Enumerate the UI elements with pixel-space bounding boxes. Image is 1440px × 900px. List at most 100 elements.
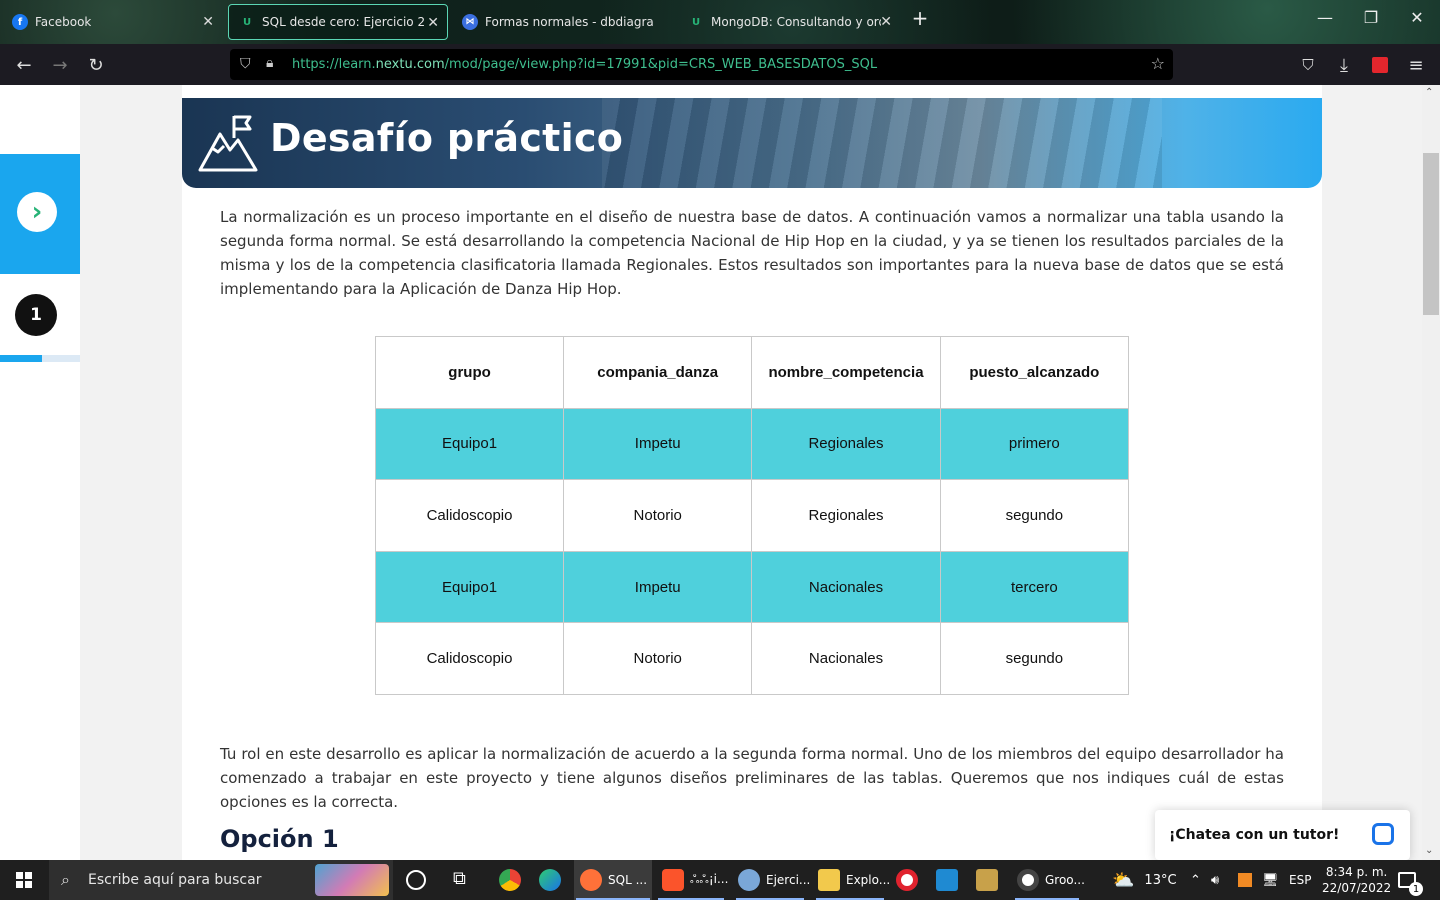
column-header: puesto_alcanzado bbox=[939, 336, 1130, 409]
taskbar-brave[interactable]: ஃஃ¡i... bbox=[656, 860, 729, 900]
network-icon[interactable]: 🖥︎ bbox=[1262, 860, 1279, 900]
close-tab-icon[interactable]: ✕ bbox=[880, 14, 892, 30]
table-cell: segundo bbox=[939, 479, 1130, 552]
table-cell: Equipo1 bbox=[374, 407, 565, 481]
notification-count: 1 bbox=[1409, 882, 1423, 896]
scroll-up-icon[interactable]: ⌃ bbox=[1425, 87, 1433, 98]
table-cell: Notorio bbox=[563, 479, 753, 552]
chevron-right-icon: › bbox=[17, 192, 57, 232]
taskbar-explorer[interactable]: Explo... bbox=[814, 860, 890, 900]
taskbar-paint[interactable]: Ejerci... bbox=[734, 860, 810, 900]
tracking-shield-icon[interactable]: ⛉ bbox=[240, 56, 251, 72]
table-row: Equipo1 Impetu Regionales primero bbox=[374, 407, 1130, 481]
page-scrollbar[interactable]: ⌃ ⌄ bbox=[1422, 85, 1440, 860]
progress-fill bbox=[0, 355, 42, 362]
language-indicator[interactable]: ESP bbox=[1289, 860, 1311, 900]
windows-start-icon[interactable] bbox=[16, 872, 32, 888]
volume-icon[interactable]: 🔊︎ bbox=[1211, 860, 1219, 900]
taskbar-app-label: ஃஃ¡i... bbox=[690, 872, 729, 886]
extension-icon[interactable] bbox=[1367, 52, 1393, 78]
cortana-icon[interactable] bbox=[406, 870, 426, 890]
table-cell: segundo bbox=[939, 622, 1130, 695]
clock-date: 22/07/2022 bbox=[1322, 881, 1392, 895]
taskbar-search-box[interactable]: ⌕ Escribe aquí para buscar bbox=[49, 860, 393, 900]
bookmark-star-icon[interactable]: ☆ bbox=[1151, 54, 1165, 73]
tab-dbdiagram[interactable]: ⋈ Formas normales - dbdiagram.i bbox=[452, 4, 674, 40]
clock-time: 8:34 p. m. bbox=[1325, 865, 1388, 879]
challenge-banner: Desafío práctico bbox=[182, 98, 1322, 188]
progress-bar bbox=[0, 355, 80, 362]
chat-bubble-icon[interactable] bbox=[1372, 823, 1394, 845]
facebook-icon: f bbox=[12, 14, 28, 30]
opera-icon bbox=[896, 869, 918, 891]
search-icon: ⌕ bbox=[61, 870, 70, 889]
tab-facebook[interactable]: f Facebook ✕ bbox=[2, 4, 222, 40]
table-cell: Notorio bbox=[563, 622, 753, 695]
tab-title: Facebook bbox=[35, 15, 92, 29]
chrome-app[interactable] bbox=[499, 860, 525, 900]
close-window-button[interactable]: ✕ bbox=[1394, 8, 1440, 27]
edge-app[interactable] bbox=[539, 860, 565, 900]
table-cell: Nacionales bbox=[751, 622, 941, 695]
league-icon bbox=[976, 869, 998, 891]
minimize-button[interactable]: — bbox=[1302, 8, 1348, 27]
url-host: nextu.com bbox=[375, 57, 445, 72]
forward-arrow-icon[interactable]: → bbox=[47, 52, 73, 78]
column-header: grupo bbox=[374, 336, 565, 409]
chat-widget[interactable]: ¡Chatea con un tutor! bbox=[1155, 810, 1410, 860]
task-view-icon[interactable]: ⧉ bbox=[453, 868, 466, 889]
intro-paragraph: La normalización es un proceso important… bbox=[220, 208, 1284, 298]
url-text[interactable]: https://learn.nextu.com/mod/page/view.ph… bbox=[292, 57, 877, 72]
tray-expand-icon[interactable]: ⌃ bbox=[1190, 860, 1201, 900]
table-cell: Impetu bbox=[563, 407, 753, 481]
taskbar-groove[interactable]: Groo... bbox=[1013, 860, 1085, 900]
restore-button[interactable]: ❐ bbox=[1348, 8, 1394, 27]
downloads-icon[interactable]: ⤓ bbox=[1331, 52, 1357, 78]
scroll-down-icon[interactable]: ⌄ bbox=[1425, 845, 1433, 856]
table-row: Calidoscopio Notorio Regionales segundo bbox=[374, 479, 1130, 552]
navigation-bar: ← → ↻ ⛉ 🔒︎ https://learn.nextu.com/mod/p… bbox=[0, 44, 1440, 85]
next-lesson-button[interactable]: › bbox=[0, 154, 80, 274]
tab-mongodb[interactable]: U MongoDB: Consultando y orde ✕ bbox=[678, 4, 900, 40]
close-tab-icon[interactable]: ✕ bbox=[427, 15, 439, 31]
notifications-button[interactable]: 1 bbox=[1398, 860, 1423, 900]
search-highlight-image[interactable] bbox=[315, 864, 389, 896]
edge-icon bbox=[539, 869, 561, 891]
taskbar-firefox[interactable]: SQL ... bbox=[574, 860, 652, 900]
close-tab-icon[interactable]: ✕ bbox=[202, 14, 214, 30]
taskbar-app-label: SQL ... bbox=[608, 873, 648, 887]
weather-widget[interactable]: ⛅ 13°C bbox=[1112, 860, 1177, 900]
tab-sql-ejercicio[interactable]: U SQL desde cero: Ejercicio 2 ✕ bbox=[228, 4, 448, 40]
address-bar[interactable]: ⛉ 🔒︎ https://learn.nextu.com/mod/page/vi… bbox=[230, 49, 1173, 80]
tray-app-icon[interactable] bbox=[1238, 860, 1252, 900]
url-path: /mod/page/view.php?id=17991&pid=CRS_WEB_… bbox=[444, 57, 878, 72]
table-cell: Impetu bbox=[563, 550, 753, 624]
back-arrow-icon[interactable]: ← bbox=[11, 52, 37, 78]
vscode-app[interactable] bbox=[936, 860, 962, 900]
taskbar-app-label: Explo... bbox=[846, 873, 891, 887]
weather-cloud-icon: ⛅ bbox=[1112, 869, 1135, 891]
taskbar-app-label: Groo... bbox=[1045, 873, 1085, 887]
lesson-sidebar: › 1 bbox=[0, 85, 80, 860]
opera-app[interactable] bbox=[896, 860, 922, 900]
new-tab-button[interactable]: + bbox=[897, 6, 943, 30]
clock[interactable]: 8:34 p. m. 22/07/2022 bbox=[1322, 860, 1391, 900]
menu-icon[interactable]: ≡ bbox=[1403, 52, 1429, 78]
pocket-icon[interactable]: ⛉ bbox=[1295, 52, 1321, 78]
column-header: nombre_competencia bbox=[751, 336, 941, 409]
scrollbar-thumb[interactable] bbox=[1423, 153, 1439, 315]
lock-icon[interactable]: 🔒︎ bbox=[266, 55, 273, 71]
results-table: grupo compania_danza nombre_competencia … bbox=[374, 336, 1130, 695]
league-app[interactable] bbox=[976, 860, 1002, 900]
chrome-icon bbox=[499, 869, 521, 891]
browser-tab-strip: f Facebook ✕ U SQL desde cero: Ejercicio… bbox=[0, 0, 1440, 44]
table-cell: tercero bbox=[939, 550, 1130, 624]
folder-icon bbox=[818, 869, 840, 891]
weather-temperature: 13°C bbox=[1144, 872, 1177, 888]
url-prefix: https://learn. bbox=[292, 57, 376, 72]
chat-label: ¡Chatea con un tutor! bbox=[1169, 827, 1340, 843]
keyboard-background bbox=[602, 98, 1162, 188]
step-number-badge[interactable]: 1 bbox=[15, 294, 57, 336]
reload-icon[interactable]: ↻ bbox=[83, 52, 109, 78]
main-content: Desafío práctico La normalización es un … bbox=[182, 85, 1322, 860]
